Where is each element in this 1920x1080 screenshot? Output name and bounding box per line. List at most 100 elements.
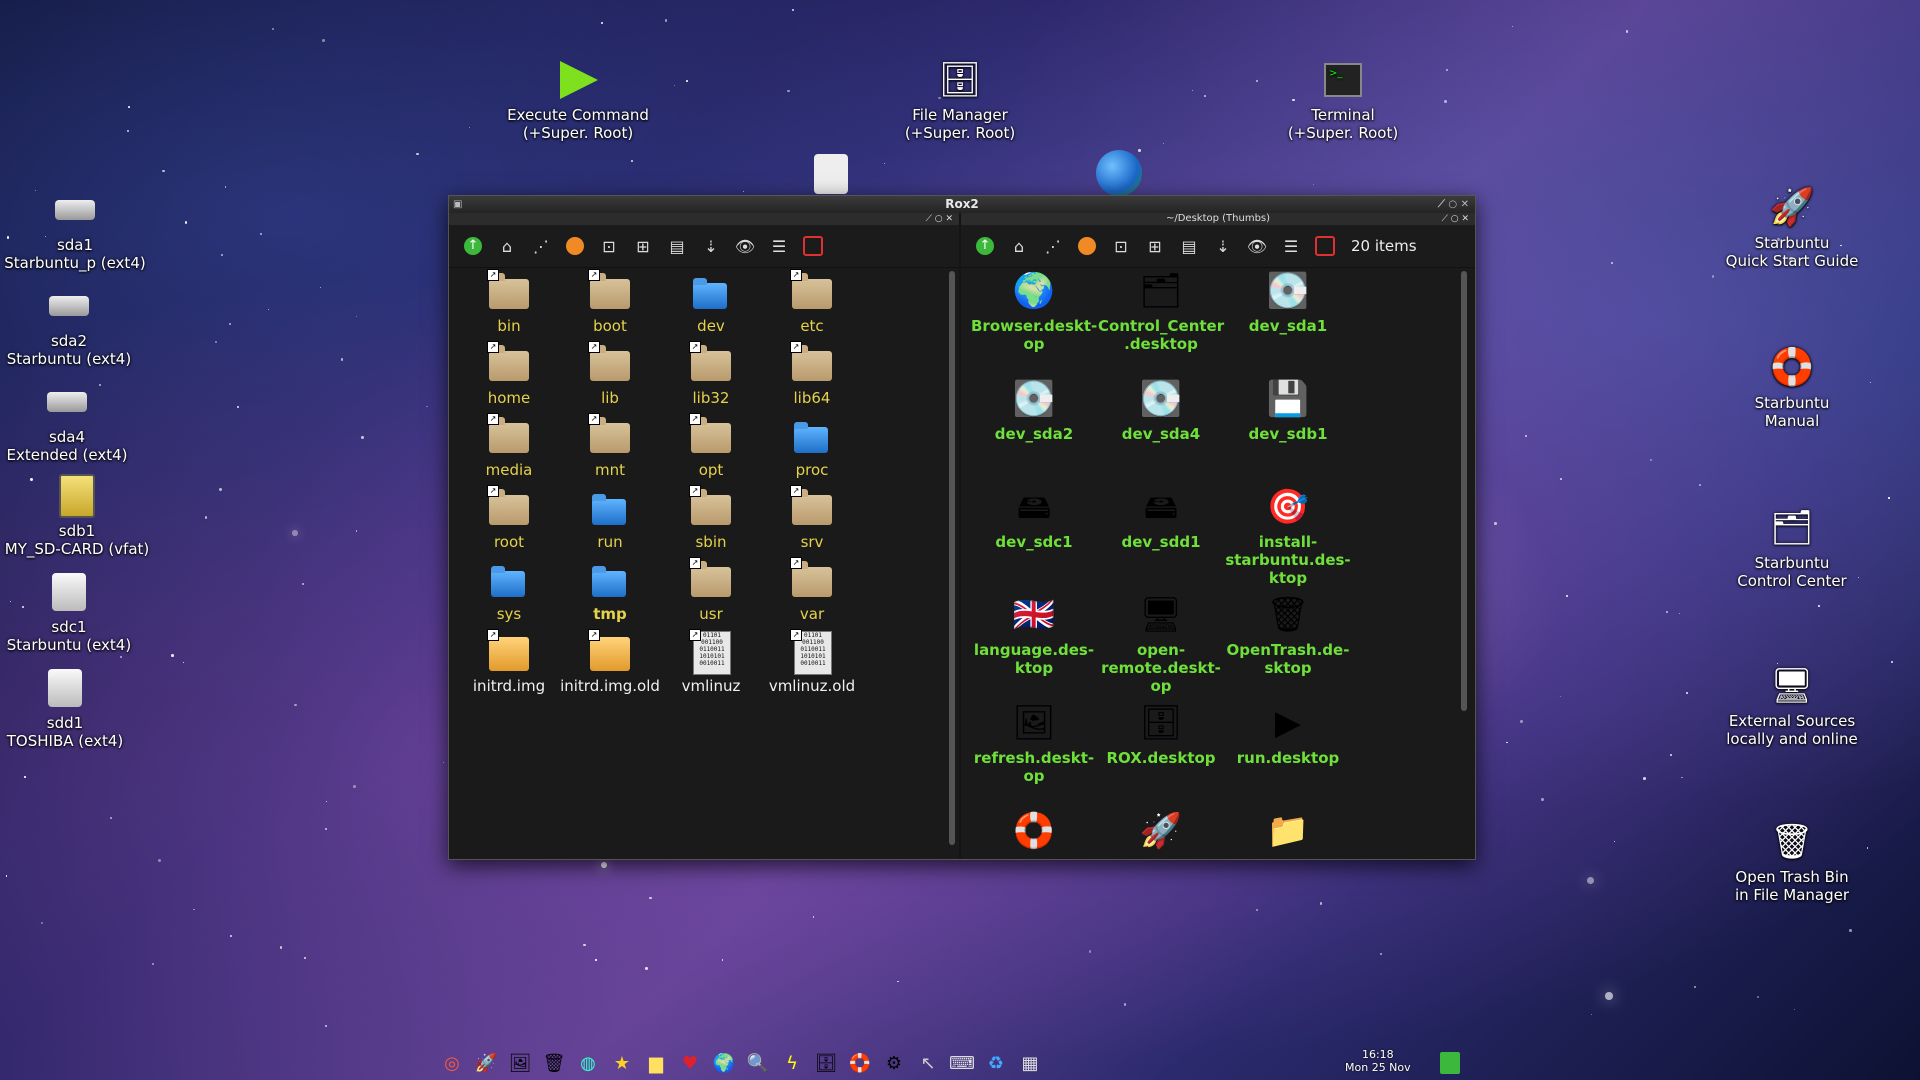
left-file-item[interactable]: sys <box>459 557 559 623</box>
desktop-file-item[interactable]: ▶ run.desktop <box>1225 701 1351 767</box>
left-scrollbar[interactable] <box>949 271 955 845</box>
desktop-file-item[interactable]: 🖥 open-remote.deskt-op <box>1098 593 1224 695</box>
show-hidden-icon[interactable]: 👁 <box>733 234 757 258</box>
left-file-pane[interactable]: ⟋ ○ ✕ ↑ ⌂ ⋰ ⊡ ⊞ ▤ ⇣ 👁 ☰ ↗ bin ↗ boot dev ↗ etc… <box>449 213 959 859</box>
desktop-file-item[interactable]: 🛟 <box>971 809 1097 857</box>
lightning-icon[interactable]: ϟ <box>780 1051 804 1075</box>
trash-bin-icon[interactable]: 🗑 Open Trash Bin in File Manager <box>1707 820 1877 904</box>
external-sources-icon[interactable]: 🖥 External Sources locally and online <box>1707 664 1877 748</box>
settings-icon[interactable]: ⚙ <box>882 1051 906 1075</box>
network-icon[interactable]: ◍ <box>576 1051 600 1075</box>
sort-icon[interactable]: ⇣ <box>699 234 723 258</box>
globe-icon[interactable] <box>1096 150 1142 196</box>
desktop-file-item[interactable]: 🌍 Browser.deskt-op <box>971 269 1097 353</box>
desktop-file-item[interactable]: 🖴 dev_sdc1 <box>971 485 1097 551</box>
bookmarks-icon[interactable]: ⋰ <box>529 234 553 258</box>
file-manager-desktop-icon[interactable]: 🗄 File Manager (+Super. Root) <box>875 58 1045 142</box>
sort-icon[interactable]: ⇣ <box>1211 234 1235 258</box>
home-icon[interactable]: ⌂ <box>1007 234 1031 258</box>
recycle-icon[interactable]: ♻ <box>984 1051 1008 1075</box>
file-manager-icon[interactable]: 🗄 <box>814 1051 838 1075</box>
desktop-file-item[interactable]: 🚀 <box>1098 809 1224 857</box>
details-icon[interactable]: ▤ <box>1177 234 1201 258</box>
desktop-file-item[interactable]: 💽 dev_sda2 <box>971 377 1097 443</box>
trash-icon[interactable]: 🗑 <box>542 1051 566 1075</box>
left-file-item[interactable]: 01101 001100 0110011 1010101 0010011 ↗ vml… <box>762 629 862 695</box>
tray-icons[interactable]: ▦ <box>1018 1051 1042 1075</box>
menu-icon[interactable]: ◎ <box>440 1051 464 1075</box>
desktop-file-item[interactable]: 🖴 dev_sdd1 <box>1098 485 1224 551</box>
zoom-icon[interactable]: ⊡ <box>1109 234 1133 258</box>
left-file-item[interactable]: run <box>560 485 660 551</box>
left-file-item[interactable]: ↗ media <box>459 413 559 479</box>
window-titlebar[interactable]: ▣ Rox2 ⟋ ○ ✕ <box>449 196 1475 213</box>
sda2-drive-icon[interactable]: sda2 Starbuntu (ext4) <box>0 284 154 368</box>
quick-start-guide-icon[interactable]: 🚀 Starbuntu Quick Start Guide <box>1707 186 1877 271</box>
star-icon[interactable]: ★ <box>610 1051 634 1075</box>
desktop-icon[interactable]: 🖼 <box>508 1051 532 1075</box>
sdc1-drive-icon[interactable]: sdc1 Starbuntu (ext4) <box>0 570 154 654</box>
left-file-item[interactable]: ↗ boot <box>560 269 660 335</box>
clock-app-icon[interactable] <box>814 154 848 194</box>
execute-command-desktop-icon[interactable]: Execute Command (+Super. Root) <box>493 58 663 142</box>
search-icon[interactable]: 🔍 <box>746 1051 770 1075</box>
large-icons-icon[interactable]: ⊞ <box>631 234 655 258</box>
desktop-file-item[interactable]: 📁 <box>1225 809 1351 857</box>
zoom-icon[interactable]: ⊡ <box>597 234 621 258</box>
right-pane-controls[interactable]: ⟋ ○ ✕ <box>1442 213 1469 225</box>
left-file-item[interactable]: ↗ root <box>459 485 559 551</box>
left-file-item[interactable]: ↗ lib <box>560 341 660 407</box>
lifebuoy-icon[interactable]: 🛟 <box>848 1051 872 1075</box>
clock[interactable]: 16:18 Mon 25 Nov <box>1345 1048 1411 1074</box>
desktop-file-item[interactable]: 🖼 refresh.deskt-op <box>971 701 1097 785</box>
exit-icon[interactable] <box>1440 1052 1460 1074</box>
up-icon[interactable]: ↑ <box>973 234 997 258</box>
left-file-item[interactable]: ↗ opt <box>661 413 761 479</box>
window-menu-icon[interactable]: ▣ <box>453 196 462 213</box>
notes-icon[interactable]: ▆ <box>644 1051 668 1075</box>
browser-icon[interactable]: 🌍 <box>712 1051 736 1075</box>
right-file-pane[interactable]: ~/Desktop (Thumbs) ⟋ ○ ✕ ↑ ⌂ ⋰ ⊡ ⊞ ▤ ⇣ 👁… <box>961 213 1475 859</box>
left-file-item[interactable]: ↗ mnt <box>560 413 660 479</box>
left-file-item[interactable]: ↗ lib32 <box>661 341 761 407</box>
up-icon[interactable]: ↑ <box>461 234 485 258</box>
left-file-item[interactable]: proc <box>762 413 862 479</box>
left-file-item[interactable]: dev <box>661 269 761 335</box>
list-view-icon[interactable]: ☰ <box>767 234 791 258</box>
control-center-icon[interactable]: 🗂 Starbuntu Control Center <box>1707 506 1877 590</box>
sda4-drive-icon[interactable]: sda4 Extended (ext4) <box>0 380 152 464</box>
home-icon[interactable]: ⌂ <box>495 234 519 258</box>
left-file-item[interactable]: tmp <box>560 557 660 623</box>
help-icon[interactable] <box>1313 234 1337 258</box>
left-file-item[interactable]: ↗ initrd.img <box>459 629 559 695</box>
help-icon[interactable] <box>801 234 825 258</box>
desktop-file-item[interactable]: 💽 dev_sda4 <box>1098 377 1224 443</box>
terminal-desktop-icon[interactable]: >_ Terminal (+Super. Root) <box>1258 58 1428 142</box>
sda1-drive-icon[interactable]: sda1 Starbuntu_p (ext4) <box>0 188 160 272</box>
large-icons-icon[interactable]: ⊞ <box>1143 234 1167 258</box>
right-scrollbar[interactable] <box>1461 271 1467 711</box>
stop-icon[interactable] <box>563 234 587 258</box>
rocket-icon[interactable]: 🚀 <box>474 1051 498 1075</box>
stop-icon[interactable] <box>1075 234 1099 258</box>
desktop-file-item[interactable]: 🗂 Control_Center .desktop <box>1098 269 1224 353</box>
left-file-item[interactable]: ↗ usr <box>661 557 761 623</box>
heart-icon[interactable]: ♥ <box>678 1051 702 1075</box>
sdb1-drive-icon[interactable]: sdb1 MY_SD-CARD (vfat) <box>0 474 162 558</box>
left-file-item[interactable]: ↗ etc <box>762 269 862 335</box>
details-icon[interactable]: ▤ <box>665 234 689 258</box>
list-view-icon[interactable]: ☰ <box>1279 234 1303 258</box>
manual-icon[interactable]: 🛟 Starbuntu Manual <box>1707 346 1877 431</box>
desktop-file-item[interactable]: 💾 dev_sdb1 <box>1225 377 1351 443</box>
rox-filer-window[interactable]: ▣ Rox2 ⟋ ○ ✕ ⟋ ○ ✕ ↑ ⌂ ⋰ ⊡ ⊞ ▤ ⇣ 👁 ☰ ↗ bi… <box>448 195 1476 860</box>
sdd1-drive-icon[interactable]: sdd1 TOSHIBA (ext4) <box>0 666 150 750</box>
left-pane-controls[interactable]: ⟋ ○ ✕ <box>926 213 953 225</box>
left-file-item[interactable]: ↗ initrd.img.old <box>560 629 660 695</box>
desktop-file-item[interactable]: 🎯 install-starbuntu.des-ktop <box>1225 485 1351 587</box>
desktop-file-item[interactable]: 🇬🇧 language.des-ktop <box>971 593 1097 677</box>
left-file-item[interactable]: 01101 001100 0110011 1010101 0010011 ↗ vml… <box>661 629 761 695</box>
show-hidden-icon[interactable]: 👁 <box>1245 234 1269 258</box>
left-file-item[interactable]: ↗ bin <box>459 269 559 335</box>
desktop-file-item[interactable]: 🗑 OpenTrash.de-sktop <box>1225 593 1351 677</box>
desktop-file-item[interactable]: 🗄 ROX.desktop <box>1098 701 1224 767</box>
